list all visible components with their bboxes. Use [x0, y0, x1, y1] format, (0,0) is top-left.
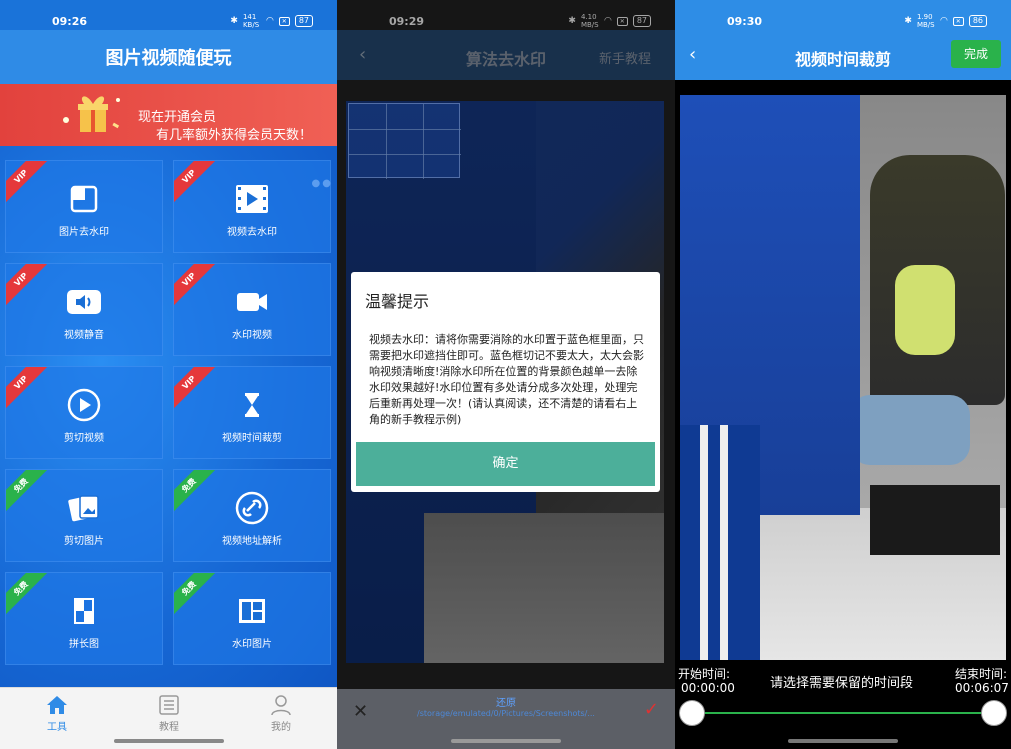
- video-frame-stripe: [720, 425, 728, 668]
- tip-dialog: 温馨提示 视频去水印：请将你需要消除的水印置于蓝色框里面，只需要把水印遮挡住即可…: [351, 272, 660, 492]
- home-indicator[interactable]: [113, 739, 224, 743]
- start-time-label: 开始时间:: [678, 667, 731, 681]
- play-circle-icon: [67, 388, 101, 422]
- check-icon[interactable]: ✓: [644, 699, 659, 720]
- video-camera-icon: [237, 293, 267, 311]
- phone-watermark-editor: 09:29 ✱ 4.10 MB/S ◠ ✕ 87 ‹ 算法去水印 新手教程 温馨…: [337, 0, 675, 749]
- battery-indicator: 86: [968, 15, 987, 27]
- phone-home-screen: 图片视频随便玩 09:26 ✱ 141 KB/S ◠ ✕ 87 现在开通会员 有…: [0, 0, 337, 749]
- badge: 免费: [174, 470, 220, 516]
- tile-cut-video[interactable]: VIP 剪切视频: [5, 366, 163, 459]
- tile-label: 视频静音: [64, 330, 104, 341]
- app-title: 图片视频随便玩: [105, 48, 232, 69]
- video-frame-stripe: [700, 425, 708, 668]
- tile-label: 剪切视频: [64, 433, 104, 444]
- tile-long-image[interactable]: 免费 拼长图: [5, 572, 163, 665]
- status-bar: 09:26 ✱ 141 KB/S ◠ ✕ 87: [0, 0, 337, 42]
- profile-icon: [271, 695, 291, 716]
- video-frame-chair: [870, 485, 1000, 555]
- nav-label: 工具: [47, 722, 67, 733]
- video-preview[interactable]: [680, 95, 1006, 668]
- vpn-icon: ✕: [278, 16, 290, 26]
- list-icon: [159, 695, 179, 715]
- wifi-icon: ◠: [939, 16, 948, 26]
- start-time-value: 00:00:00: [681, 681, 735, 695]
- vpn-icon: ✕: [952, 16, 964, 26]
- promo-line-2: 有几率额外获得会员天数！: [156, 128, 313, 143]
- tile-watermark-video[interactable]: VIP 水印视频: [173, 263, 331, 356]
- file-path: /storage/emulated/0/Pictures/Screenshots…: [417, 709, 595, 718]
- trim-start-handle[interactable]: [679, 700, 705, 726]
- badge: VIP: [174, 161, 220, 207]
- home-indicator[interactable]: [451, 739, 561, 743]
- tile-label: 剪切图片: [64, 536, 104, 547]
- collage-icon: [74, 598, 94, 624]
- nav-tools[interactable]: 工具: [27, 694, 87, 733]
- tile-label: 视频地址解析: [222, 536, 282, 547]
- nav-label: 教程: [159, 722, 179, 733]
- tile-video-mute[interactable]: VIP 视频静音: [5, 263, 163, 356]
- photos-icon: [68, 495, 99, 522]
- network-speed: 141 KB/S: [242, 13, 260, 29]
- end-time-label: 结束时间:: [955, 667, 1008, 681]
- trim-end-handle[interactable]: [981, 700, 1007, 726]
- status-bar: 09:30 ✱ 1.90 MB/S ◠ ✕ 86: [675, 0, 1011, 42]
- tile-watermark-image[interactable]: 免费 水印图片: [173, 572, 331, 665]
- trim-track[interactable]: [691, 712, 995, 714]
- video-frame-jeans: [850, 395, 970, 465]
- badge: VIP: [6, 264, 52, 310]
- tile-label: 水印图片: [232, 639, 272, 650]
- image-icon: [70, 185, 98, 213]
- badge: 免费: [6, 470, 52, 516]
- tile-label: 视频去水印: [227, 227, 277, 238]
- tile-label: 水印视频: [232, 330, 272, 341]
- video-film-icon: [236, 185, 268, 213]
- battery-indicator: 87: [294, 15, 313, 27]
- promo-line-1: 现在开通会员: [138, 110, 217, 125]
- tile-video-time-trim[interactable]: VIP 视频时间裁剪: [173, 366, 331, 459]
- network-speed: 1.90 MB/S: [916, 13, 935, 29]
- confirm-button[interactable]: 确定: [356, 442, 655, 486]
- wifi-icon: ◠: [265, 16, 274, 26]
- badge: VIP: [174, 264, 220, 310]
- tile-label: 拼长图: [69, 639, 99, 650]
- editor-bottom-bar: ✕ 还原 /storage/emulated/0/Pictures/Screen…: [337, 689, 675, 749]
- hourglass-icon: [245, 393, 259, 417]
- promo-banner[interactable]: 现在开通会员 有几率额外获得会员天数！: [0, 84, 337, 146]
- done-button[interactable]: 完成: [951, 40, 1001, 68]
- bluetooth-icon: ✱: [230, 16, 238, 26]
- tile-cut-image[interactable]: 免费 剪切图片: [5, 469, 163, 562]
- nav-label: 我的: [271, 722, 291, 733]
- dialog-body: 视频去水印：请将你需要消除的水印置于蓝色框里面，只需要把水印遮挡住即可。蓝色框切…: [369, 333, 644, 426]
- status-time: 09:26: [52, 15, 88, 28]
- tile-video-watermark-remove[interactable]: VIP 视频去水印: [173, 160, 331, 253]
- nav-profile[interactable]: 我的: [251, 694, 311, 733]
- link-icon: [235, 491, 269, 525]
- gift-icon: [63, 96, 120, 132]
- dialog-title: 温馨提示: [365, 292, 430, 311]
- status-time: 09:30: [727, 15, 763, 28]
- badge: 免费: [174, 573, 220, 619]
- tile-image-watermark-remove[interactable]: VIP 图片去水印: [5, 160, 163, 253]
- bottom-navigation: 工具 教程 我的: [0, 687, 337, 749]
- video-frame-shirt: [895, 265, 955, 355]
- layout-icon: [239, 599, 265, 623]
- badge: 免费: [6, 573, 52, 619]
- reset-button[interactable]: 还原: [337, 694, 675, 709]
- badge: VIP: [6, 161, 52, 207]
- bluetooth-icon: ✱: [904, 16, 912, 26]
- phone-video-trim: 09:30 ✱ 1.90 MB/S ◠ ✕ 86 ‹ 视频时间裁剪 完成 开始时…: [675, 0, 1011, 749]
- tile-label: 图片去水印: [59, 227, 109, 238]
- home-icon: [47, 696, 67, 714]
- trim-hint: 请选择需要保留的时间段: [770, 676, 914, 691]
- tile-label: 视频时间裁剪: [222, 433, 282, 444]
- badge: VIP: [174, 367, 220, 413]
- nav-tutorials[interactable]: 教程: [139, 694, 199, 733]
- mute-icon: [67, 290, 101, 314]
- end-time-value: 00:06:07: [955, 681, 1009, 695]
- badge: VIP: [6, 367, 52, 413]
- home-indicator[interactable]: [788, 739, 898, 743]
- tile-video-url-parse[interactable]: 免费 视频地址解析: [173, 469, 331, 562]
